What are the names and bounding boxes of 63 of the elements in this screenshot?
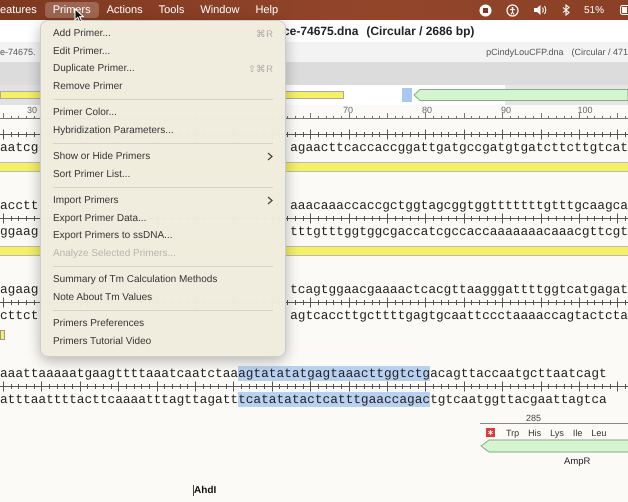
amino-acid-label: Trp bbox=[506, 428, 520, 438]
menu-item[interactable]: Note About Tm Values bbox=[47, 288, 279, 306]
menu-item[interactable]: Primers Preferences bbox=[47, 315, 279, 332]
ruler-label: 80 bbox=[422, 105, 432, 115]
menu-item[interactable]: Export Primer Data... bbox=[47, 210, 279, 227]
dna-sequence: aaacaaaccaccgctggtagcggtggtttttttgtttgcaagca bbox=[290, 198, 628, 213]
menu-item[interactable]: Import Primers bbox=[47, 192, 279, 210]
menu-item[interactable]: Remove Primer bbox=[47, 78, 279, 95]
window-title: ce-74675.dna bbox=[283, 24, 358, 38]
menu-bar-item[interactable]: Actions bbox=[98, 2, 151, 18]
volume-icon[interactable] bbox=[532, 4, 548, 16]
menu-item[interactable]: Edit Primer... bbox=[47, 42, 279, 60]
menu-item[interactable]: Export Primers to ssDNA... bbox=[47, 227, 279, 244]
battery-percentage: 51% bbox=[584, 4, 604, 16]
amino-acid-label: His bbox=[528, 428, 542, 438]
position-label: 285 bbox=[526, 413, 542, 423]
ruler-label: 70 bbox=[343, 105, 353, 115]
feature-label: AmpR bbox=[564, 456, 592, 467]
menu-item[interactable]: Duplicate Primer... ⇧⌘R bbox=[47, 60, 279, 78]
chevron-right-icon bbox=[267, 196, 273, 206]
ruler-label: 30 bbox=[27, 105, 37, 115]
sequence-info: (Circular / 2686 bp) bbox=[366, 24, 474, 38]
battery-icon[interactable] bbox=[620, 5, 628, 15]
menu-item[interactable]: Show or Hide Primers bbox=[47, 148, 279, 166]
amino-acid-label: Lys bbox=[550, 428, 564, 438]
dna-sequence[interactable]: aaattaaaaatgaagttttaaatcaatctaa bbox=[0, 366, 238, 381]
dna-sequence: aatcg bbox=[0, 140, 38, 155]
ruler-label: 100 bbox=[577, 105, 593, 115]
enzyme-site-label[interactable]: AhdI bbox=[193, 485, 216, 496]
menu-item[interactable]: Primer Color... bbox=[47, 104, 279, 122]
accessibility-icon[interactable] bbox=[506, 4, 519, 16]
dna-sequence[interactable]: atttaattttacttcaaaatttagttagatt bbox=[0, 392, 238, 407]
menu-bar-item[interactable]: eatures bbox=[0, 2, 45, 18]
chevron-right-icon bbox=[267, 152, 273, 162]
menu-item[interactable]: Summary of Tm Calculation Methods bbox=[47, 271, 279, 288]
document-tab[interactable]: e-74675. bbox=[0, 47, 36, 57]
stop-recording-icon[interactable] bbox=[478, 4, 492, 16]
dna-sequence: tttgtttggtggcgaccatcgccaccaaaaaaacaaacgttcgt bbox=[290, 224, 628, 239]
dna-sequence: ggaag bbox=[0, 224, 38, 239]
dna-sequence: acctt bbox=[0, 198, 38, 213]
amino-acid-label: Leu bbox=[591, 428, 606, 438]
ruler-label: 90 bbox=[501, 105, 511, 115]
dna-sequence: agtcaccttgcttttgagtgcaattccctaaaaccagtactcta bbox=[290, 308, 628, 323]
amino-acid-label: Ile bbox=[572, 428, 582, 438]
stop-codon-icon bbox=[486, 428, 495, 437]
menu-item[interactable]: Hybridization Parameters... bbox=[47, 122, 279, 139]
menu-item[interactable]: Sort Primer List... bbox=[47, 166, 279, 183]
dna-sequence[interactable]: tgtcaatggttacgaattagtca bbox=[430, 392, 607, 407]
dna-sequence[interactable]: acagttaccaatgcttaatcagt bbox=[430, 366, 607, 381]
dna-sequence: tcagtggaacgaaaactcacgttaagggattttggtcatgagat bbox=[290, 282, 628, 297]
document-tab[interactable]: pCindyLouCFP.dna bbox=[486, 47, 564, 57]
menu-bar-item[interactable]: Tools bbox=[150, 2, 192, 18]
dna-sequence: agaacttcaccaccggattgatgccgatgtgatcttcttgtcat bbox=[290, 140, 628, 155]
menu-item[interactable]: Add Primer... ⌘R bbox=[47, 25, 279, 42]
menu-item[interactable]: Primers Tutorial Video bbox=[47, 332, 279, 350]
sequence-info: (Circular / 471 bbox=[571, 47, 628, 57]
dna-sequence: cttct bbox=[0, 308, 38, 323]
menu-bar-item[interactable]: Help bbox=[247, 2, 286, 18]
dna-sequence[interactable]: agtatatatgagtaaacttggtctg bbox=[238, 366, 430, 381]
dna-sequence: agaag bbox=[0, 282, 38, 297]
bluetooth-icon[interactable] bbox=[562, 4, 570, 16]
dna-sequence[interactable]: tcatatatactcatttgaaccagac bbox=[238, 392, 430, 407]
menu-bar-item[interactable]: Window bbox=[192, 2, 248, 18]
